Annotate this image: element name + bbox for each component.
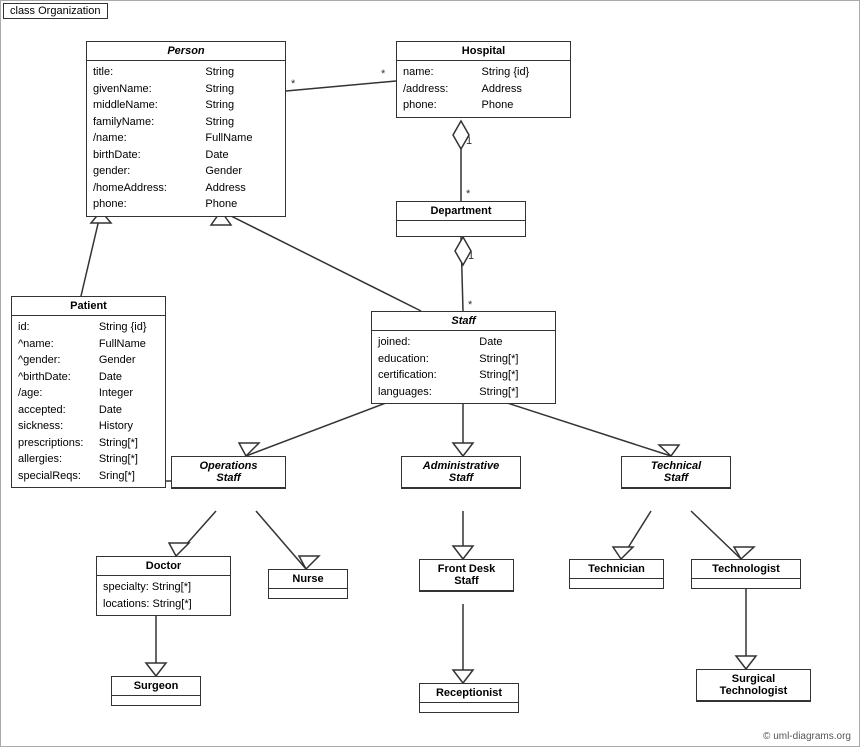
class-doctor-body: specialty: String[*] locations: String[*…: [97, 576, 230, 615]
svg-text:*: *: [381, 68, 386, 80]
class-department: Department: [396, 201, 526, 237]
class-patient-header: Patient: [12, 297, 165, 316]
class-department-header: Department: [397, 202, 525, 221]
class-hospital-header: Hospital: [397, 42, 570, 61]
class-patient: Patient id:String {id} ^name:FullName ^g…: [11, 296, 166, 488]
class-admin-staff-header: Administrative Staff: [402, 457, 520, 488]
class-surgeon-header: Surgeon: [112, 677, 200, 696]
class-staff-body: joined:Date education:String[*] certific…: [372, 331, 555, 403]
class-surgical-tech: Surgical Technologist: [696, 669, 811, 702]
class-surgeon: Surgeon: [111, 676, 201, 706]
class-ops-staff: Operations Staff: [171, 456, 286, 489]
class-front-desk: Front Desk Staff: [419, 559, 514, 592]
class-technician-header: Technician: [570, 560, 663, 579]
class-admin-staff: Administrative Staff: [401, 456, 521, 489]
class-technologist: Technologist: [691, 559, 801, 589]
class-staff: Staff joined:Date education:String[*] ce…: [371, 311, 556, 404]
class-ops-staff-header: Operations Staff: [172, 457, 285, 488]
class-person: Person title:String givenName:String mid…: [86, 41, 286, 217]
diagram-container: class Organization * * 1 * 1 * * *: [0, 0, 860, 747]
class-doctor-header: Doctor: [97, 557, 230, 576]
class-person-body: title:String givenName:String middleName…: [87, 61, 285, 216]
class-patient-body: id:String {id} ^name:FullName ^gender:Ge…: [12, 316, 165, 487]
class-tech-staff-header: Technical Staff: [622, 457, 730, 488]
class-tech-staff: Technical Staff: [621, 456, 731, 489]
class-nurse: Nurse: [268, 569, 348, 599]
class-surgical-tech-header: Surgical Technologist: [697, 670, 810, 701]
svg-text:*: *: [291, 78, 296, 90]
svg-text:1: 1: [468, 250, 474, 262]
svg-text:*: *: [468, 299, 473, 311]
class-front-desk-header: Front Desk Staff: [420, 560, 513, 591]
class-receptionist-header: Receptionist: [420, 684, 518, 703]
svg-text:1: 1: [466, 135, 472, 147]
class-technologist-header: Technologist: [692, 560, 800, 579]
class-technician: Technician: [569, 559, 664, 589]
class-nurse-header: Nurse: [269, 570, 347, 589]
class-staff-header: Staff: [372, 312, 555, 331]
copyright: © uml-diagrams.org: [763, 731, 851, 742]
class-receptionist: Receptionist: [419, 683, 519, 713]
class-doctor: Doctor specialty: String[*] locations: S…: [96, 556, 231, 616]
class-hospital: Hospital name:String {id} /address:Addre…: [396, 41, 571, 118]
svg-text:*: *: [466, 188, 471, 200]
class-person-header: Person: [87, 42, 285, 61]
class-hospital-body: name:String {id} /address:Address phone:…: [397, 61, 570, 117]
frame-label: class Organization: [3, 3, 108, 19]
